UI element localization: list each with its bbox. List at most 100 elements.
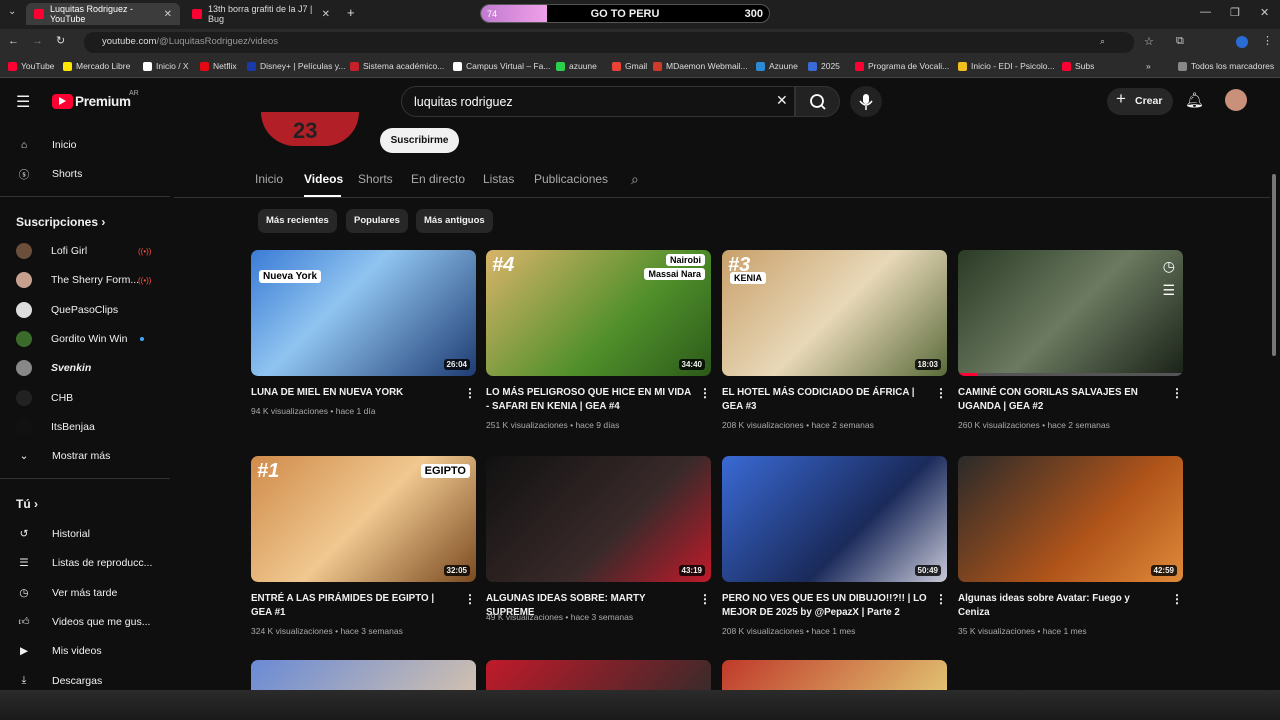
filter-chip[interactable]: Más recientes <box>258 209 337 233</box>
subscriptions-heading[interactable]: Suscripciones › <box>16 215 105 229</box>
video-title[interactable]: CAMINÉ CON GORILAS SALVAJES EN UGANDA | … <box>958 386 1163 414</box>
video-card[interactable]: 50:49 PERO NO VES QUE ES UN DIBUJO!!?!! |… <box>722 456 947 646</box>
bookmark-item[interactable]: Disney+ | Películas y... <box>247 61 345 71</box>
video-thumbnail[interactable]: #1 EGIPTO 32:05 <box>251 456 476 582</box>
bookmark-item[interactable]: Campus Virtual – Fa... <box>453 61 550 71</box>
filter-chip[interactable]: Más antiguos <box>416 209 493 233</box>
extensions-icon[interactable]: ⧉ <box>1176 35 1184 48</box>
youtube-logo-text[interactable]: Premium <box>75 94 131 109</box>
close-tab-icon[interactable]: ✕ <box>164 9 172 20</box>
more-actions-icon[interactable]: ⋮ <box>1171 386 1183 400</box>
bookmark-item[interactable]: Programa de Vocali... <box>855 61 949 71</box>
filter-chip[interactable]: Populares <box>346 209 408 233</box>
hamburger-menu-icon[interactable]: ☰ <box>16 92 30 112</box>
tab-en-directo[interactable]: En directo <box>411 172 465 186</box>
sidebar-item-you[interactable]: ☰ Listas de reproducc... <box>0 549 170 577</box>
more-actions-icon[interactable]: ⋮ <box>1171 592 1183 606</box>
sidebar-item-subscription[interactable]: Svenkin <box>0 354 170 382</box>
back-icon[interactable]: ← <box>8 35 19 47</box>
search-input[interactable]: luquitas rodriguez <box>401 86 795 117</box>
you-heading[interactable]: Tú › <box>16 497 38 511</box>
bookmark-item[interactable]: YouTube <box>8 61 54 71</box>
tab-shorts[interactable]: Shorts <box>358 172 393 186</box>
more-actions-icon[interactable]: ⋮ <box>699 386 711 400</box>
more-actions-icon[interactable]: ⋮ <box>699 592 711 606</box>
video-thumbnail[interactable]: 43:19 <box>486 456 711 582</box>
more-actions-icon[interactable]: ⋮ <box>935 592 947 606</box>
video-thumbnail[interactable]: #3 KENIA 18:03 <box>722 250 947 376</box>
voice-search-button[interactable] <box>850 86 882 117</box>
bookmark-item[interactable]: Azuune <box>756 61 798 71</box>
video-title[interactable]: LUNA DE MIEL EN NUEVA YORK <box>251 386 456 400</box>
notifications-bell-icon[interactable]: 🔔︎ <box>1185 91 1204 109</box>
sidebar-item-inicio[interactable]: ⌂ Inicio <box>0 131 170 159</box>
more-actions-icon[interactable]: ⋮ <box>464 386 476 400</box>
browser-tab-second[interactable]: 13th borra grafiti de la J7 | Bug ✕ <box>184 3 338 25</box>
bookmark-item[interactable]: Inicio - EDI - Psicolo... <box>958 61 1055 71</box>
reload-icon[interactable]: ↻ <box>56 34 65 47</box>
browser-tab-youtube[interactable]: Luquitas Rodriguez - YouTube ✕ <box>26 3 180 25</box>
clear-search-icon[interactable]: ✕ <box>776 92 788 109</box>
video-thumbnail-partial[interactable] <box>722 660 947 690</box>
video-card[interactable]: #1 EGIPTO 32:05 ENTRÉ A LAS PIRÁMIDES DE EG… <box>251 456 476 646</box>
video-title[interactable]: ENTRÉ A LAS PIRÁMIDES DE EGIPTO | GEA #1 <box>251 592 456 620</box>
video-card[interactable]: #3 KENIA 18:03 EL HOTEL MÁS CODICIADO DE ÁF… <box>722 250 947 440</box>
video-thumbnail-partial[interactable] <box>251 660 476 690</box>
bookmark-item[interactable]: MDaemon Webmail... <box>653 61 748 71</box>
sidebar-item-subscription[interactable]: CHB <box>0 384 170 412</box>
maximize-icon[interactable]: ❐ <box>1230 6 1240 19</box>
video-card[interactable]: ◷ ☰ CAMINÉ CON GORILAS SALVAJES EN UGANDA … <box>958 250 1183 440</box>
video-thumbnail[interactable]: Nueva York 26:04 <box>251 250 476 376</box>
bookmark-item[interactable]: 2025 <box>808 61 840 71</box>
video-thumbnail[interactable]: 50:49 <box>722 456 947 582</box>
sidebar-item-you[interactable]: ◷ Ver más tarde <box>0 579 170 607</box>
video-title[interactable]: Algunas ideas sobre Avatar: Fuego y Ceni… <box>958 592 1163 620</box>
tab-publicaciones[interactable]: Publicaciones <box>534 172 608 186</box>
watch-later-icon[interactable]: ◷ <box>1163 258 1175 275</box>
tab-listas[interactable]: Listas <box>483 172 514 186</box>
video-title[interactable]: LO MÁS PELIGROSO QUE HICE EN MI VIDA - S… <box>486 386 691 414</box>
sidebar-item-you[interactable]: 👍︎ Videos que me gus... <box>0 608 170 636</box>
more-actions-icon[interactable]: ⋮ <box>935 386 947 400</box>
sidebar-item-subscription[interactable]: Gordito Win Win <box>0 325 170 353</box>
sidebar-item-you[interactable]: ▶ Mis videos <box>0 637 170 665</box>
tab-inicio[interactable]: Inicio <box>255 172 283 186</box>
bookmarks-overflow-icon[interactable]: » <box>1146 61 1151 71</box>
sidebar-item-shorts[interactable]: ⓢ Shorts <box>0 160 170 188</box>
video-card[interactable]: 43:19 ALGUNAS IDEAS SOBRE: MARTY SUPREME 4… <box>486 456 711 646</box>
new-tab-icon[interactable]: + <box>347 5 355 20</box>
close-window-icon[interactable]: ✕ <box>1260 6 1269 19</box>
video-card[interactable]: 42:59 Algunas ideas sobre Avatar: Fuego y… <box>958 456 1183 646</box>
video-card[interactable]: Nueva York 26:04 LUNA DE MIEL EN NUEVA YOR… <box>251 250 476 440</box>
bookmark-item[interactable]: Netflix <box>200 61 237 71</box>
zoom-icon[interactable]: ⌕ <box>1100 36 1105 47</box>
tab-videos[interactable]: Videos <box>304 172 343 186</box>
tab-list-icon[interactable]: ⌄ <box>8 6 16 17</box>
profile-icon[interactable] <box>1236 36 1248 48</box>
all-bookmarks[interactable]: Todos los marcadores <box>1178 61 1274 71</box>
show-more-button[interactable]: ⌄ Mostrar más <box>0 442 170 470</box>
channel-search-icon[interactable]: ⌕ <box>631 171 639 188</box>
browser-menu-icon[interactable]: ⋮ <box>1262 34 1273 47</box>
video-thumbnail-partial[interactable] <box>486 660 711 690</box>
bookmark-item[interactable]: Subs <box>1062 61 1094 71</box>
forward-icon[interactable]: → <box>32 35 43 47</box>
video-thumbnail[interactable]: #4 Nairobi Massai Nara 34:40 <box>486 250 711 376</box>
video-thumbnail[interactable]: ◷ ☰ <box>958 250 1183 376</box>
url-field[interactable]: youtube.com/@LuquitasRodriguez/videos <box>84 32 1134 53</box>
sidebar-item-subscription[interactable]: Lofi Girl ((•)) <box>0 237 170 265</box>
subscribe-button[interactable]: Suscribirme <box>380 128 459 153</box>
more-actions-icon[interactable]: ⋮ <box>464 592 476 606</box>
page-scrollbar[interactable] <box>1272 174 1276 356</box>
close-tab-icon[interactable]: ✕ <box>322 9 330 20</box>
video-card[interactable]: #4 Nairobi Massai Nara 34:40 LO MÁS PELIGROS… <box>486 250 711 440</box>
video-title[interactable]: EL HOTEL MÁS CODICIADO DE ÁFRICA | GEA #… <box>722 386 927 414</box>
minimize-icon[interactable]: — <box>1200 6 1211 18</box>
bookmark-item[interactable]: Sistema académico... <box>350 61 444 71</box>
bookmark-item[interactable]: Mercado Libre <box>63 61 130 71</box>
bookmark-item[interactable]: azuune <box>556 61 597 71</box>
video-title[interactable]: PERO NO VES QUE ES UN DIBUJO!!?!! | LO M… <box>722 592 927 620</box>
sidebar-item-subscription[interactable]: The Sherry Form... ((•)) <box>0 266 170 294</box>
sidebar-item-subscription[interactable]: QuePasoClips <box>0 296 170 324</box>
sidebar-item-subscription[interactable]: ItsBenjaa <box>0 413 170 441</box>
